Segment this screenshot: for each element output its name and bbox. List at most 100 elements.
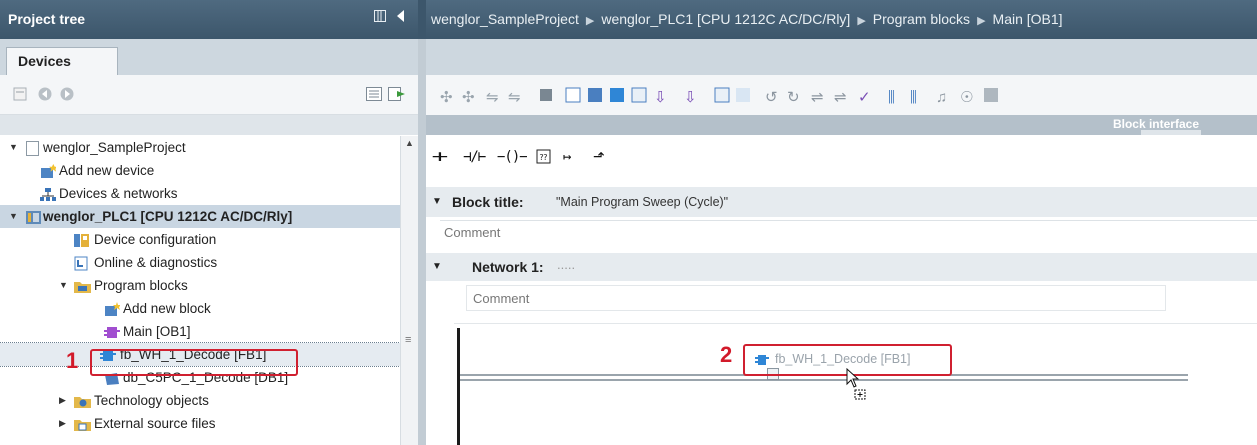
empty-box-icon[interactable]: ?? xyxy=(536,149,552,169)
network-1-header[interactable]: ▼ Network 1: ..... xyxy=(426,253,1257,281)
network-label: Network 1: xyxy=(472,259,544,275)
chevron-right-icon: ▶ xyxy=(977,15,986,27)
go-to-icon: ↺ xyxy=(765,89,778,106)
expand-arrow-icon[interactable]: ▶ xyxy=(59,389,69,412)
ladder-instruction-bar: ⊣⊢ ⊣/⊢ −()− ?? ↦ ⬏ xyxy=(426,135,1257,179)
expand-arrow-icon[interactable]: ▼ xyxy=(59,274,69,297)
source-files-icon xyxy=(74,416,91,431)
breadcrumb-item[interactable]: wenglor_SampleProject xyxy=(431,11,579,27)
project-tree-toolbar xyxy=(0,75,418,115)
technology-icon xyxy=(74,393,91,408)
editor-toolbar: ✣ ✣ ⇋ ⇋ ⇩ ⇩ ↺ ↻ ⇌ ⇌ ✓ ⫼ ⫼ ♫ ☉ xyxy=(426,75,1257,115)
block-title-value[interactable]: "Main Program Sweep (Cycle)" xyxy=(556,195,728,209)
panel-layout-icon[interactable] xyxy=(374,10,386,25)
network-view-icon xyxy=(610,88,624,102)
editor-tab-strip xyxy=(426,39,1257,75)
tree-item-main-ob1[interactable]: Main [OB1] xyxy=(0,320,400,343)
tree-item-technology-objects[interactable]: ▶ Technology objects xyxy=(0,389,400,412)
svg-text:??: ?? xyxy=(539,153,548,162)
tree-item-external-source-files[interactable]: ▶ External source files xyxy=(0,412,400,435)
indent-icon: ⫼ xyxy=(888,89,895,106)
tree-item-label: Main [OB1] xyxy=(123,324,191,339)
overview-icon[interactable] xyxy=(366,86,382,102)
breadcrumb-item[interactable]: wenglor_PLC1 [CPU 1212C AC/DC/Rly] xyxy=(601,11,850,27)
tab-devices[interactable]: Devices xyxy=(6,47,118,75)
block-title-label: Block title: xyxy=(452,194,524,210)
outdent-icon: ⫼ xyxy=(910,89,917,106)
annotation-step-1: 1 xyxy=(66,348,79,373)
tree-item-label: Online & diagnostics xyxy=(94,255,218,270)
network-title-field[interactable]: ..... xyxy=(557,257,575,272)
tree-item-devices-networks[interactable]: Devices & networks xyxy=(0,182,400,205)
tree-item-label: Program blocks xyxy=(94,278,188,293)
project-icon xyxy=(26,140,41,156)
insert-column-icon: ⇋ xyxy=(508,89,521,106)
block-interface-label: Block interface xyxy=(1112,117,1199,131)
diagnostics-icon xyxy=(74,255,89,271)
ladder-network-area[interactable]: fb_WH_1_Decode [FB1] 2 xyxy=(454,323,1257,445)
monitoring-icon: ☉ xyxy=(960,89,973,106)
collapse-left-icon[interactable] xyxy=(396,10,406,25)
compile-icon: ✓ xyxy=(858,89,871,106)
project-tree-panel: Project tree Devices ▼ wenglor_SamplePro… xyxy=(0,0,418,445)
fb-block-icon xyxy=(755,354,769,366)
coil-icon[interactable]: −()− xyxy=(497,149,528,165)
expand-arrow-icon[interactable]: ▼ xyxy=(9,205,19,228)
collapse-arrow-icon[interactable]: ▼ xyxy=(432,196,442,207)
compare-alt-icon: ⇌ xyxy=(834,89,847,106)
new-icon[interactable] xyxy=(13,86,29,102)
network-icon xyxy=(40,186,56,201)
absolute-view-icon xyxy=(714,87,730,103)
collapse-arrow-icon[interactable]: ▼ xyxy=(432,261,442,272)
dragged-block-label: fb_WH_1_Decode [FB1] xyxy=(775,352,911,366)
tree-item-project[interactable]: ▼ wenglor_SampleProject xyxy=(0,136,400,159)
rung-line xyxy=(460,379,1188,381)
plc-icon xyxy=(26,209,41,224)
breadcrumb-item[interactable]: Program blocks xyxy=(873,11,970,27)
scroll-grip-icon[interactable]: ≡ xyxy=(405,334,411,346)
add-device-icon xyxy=(40,163,58,178)
tree-item-add-new-block[interactable]: Add new block xyxy=(0,297,400,320)
expand-arrow-icon[interactable]: ▶ xyxy=(59,412,69,435)
close-branch-icon[interactable]: ⬏ xyxy=(593,149,605,165)
tree-item-label: Devices & networks xyxy=(59,186,178,201)
panel-splitter[interactable] xyxy=(418,0,426,445)
tag-info-icon xyxy=(540,89,552,101)
tree-item-label: External source files xyxy=(94,416,216,431)
tree-item-program-blocks[interactable]: ▼ Program blocks xyxy=(0,274,400,297)
back-icon[interactable] xyxy=(37,86,53,102)
tree-item-device-configuration[interactable]: Device configuration xyxy=(0,228,400,251)
absolute-operands-icon xyxy=(565,87,581,103)
annotation-box-1 xyxy=(90,349,298,376)
block-interface-bar[interactable]: Block interface xyxy=(426,115,1257,135)
insert-row-icon: ⇋ xyxy=(486,89,499,106)
split-editor-icon xyxy=(984,88,998,102)
breadcrumb-item[interactable]: Main [OB1] xyxy=(993,11,1063,27)
breadcrumb: wenglor_SampleProject ▶ wenglor_PLC1 [CPU … xyxy=(426,0,1257,39)
export-icon[interactable] xyxy=(388,86,405,102)
expand-arrow-icon[interactable]: ▼ xyxy=(9,136,19,159)
favorites-icon xyxy=(588,88,602,102)
block-comment-field[interactable]: Comment xyxy=(440,220,1257,244)
power-rail xyxy=(457,328,460,445)
insert-network-icon: ✣ xyxy=(440,89,453,106)
forward-icon[interactable] xyxy=(59,86,75,102)
devices-tab-strip: Devices xyxy=(0,39,418,75)
expand-all-icon: ⇩ xyxy=(684,89,697,106)
project-tree-scrollbar[interactable]: ▲ ≡ xyxy=(400,136,418,445)
open-branch-icon[interactable]: ↦ xyxy=(563,149,572,165)
normally-open-contact-icon[interactable]: ⊣⊢ xyxy=(432,149,448,165)
project-tree-header: Project tree xyxy=(0,0,418,39)
block-title-row[interactable]: ▼ Block title: "Main Program Sweep (Cycl… xyxy=(426,187,1257,217)
folder-icon xyxy=(74,278,91,293)
device-config-icon xyxy=(74,232,89,247)
collapse-all-icon: ⇩ xyxy=(654,89,667,106)
scroll-up-icon[interactable]: ▲ xyxy=(405,138,414,148)
network-comment-field[interactable]: Comment xyxy=(466,285,1166,311)
editor-toolbar-icons[interactable]: ✣ ✣ ⇋ ⇋ ⇩ ⇩ ↺ ↻ ⇌ ⇌ ✓ ⫼ ⫼ ♫ ☉ xyxy=(426,75,1257,115)
tree-item-label: wenglor_SampleProject xyxy=(43,140,186,155)
tree-item-online-diagnostics[interactable]: Online & diagnostics xyxy=(0,251,400,274)
tree-item-add-new-device[interactable]: Add new device xyxy=(0,159,400,182)
normally-closed-contact-icon[interactable]: ⊣/⊢ xyxy=(463,149,486,165)
tree-item-plc[interactable]: ▼ wenglor_PLC1 [CPU 1212C AC/DC/Rly] xyxy=(0,205,400,228)
